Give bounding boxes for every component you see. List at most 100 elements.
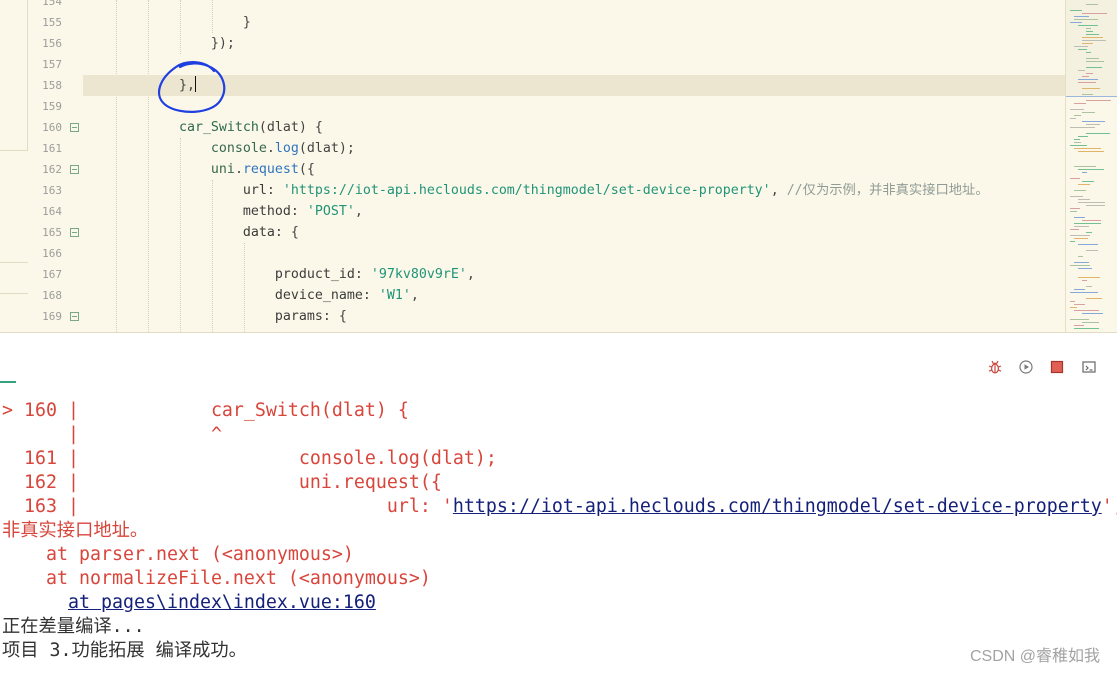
line-number: 155	[42, 15, 62, 29]
terminal-icon[interactable]	[1081, 359, 1097, 375]
code-token: (dlat);	[298, 140, 355, 156]
console-output[interactable]: > 160 | car_Switch(dlat) { | ^ 161 | con…	[2, 399, 1117, 663]
code-line[interactable]: 157	[0, 54, 1065, 75]
code-text[interactable]: params: {	[83, 306, 347, 327]
minimap-line	[1082, 94, 1093, 95]
code-text[interactable]: data: {	[83, 222, 299, 243]
minimap-line	[1086, 286, 1092, 287]
line-number: 154	[42, 0, 62, 8]
line-number: 169	[42, 309, 62, 323]
code-line[interactable]: 162 uni.request({	[0, 159, 1065, 180]
code-line[interactable]: 167 product_id: '97kv80v9rE',	[0, 264, 1065, 285]
code-token: .	[234, 161, 243, 177]
code-text[interactable]: console.log(dlat);	[83, 138, 355, 159]
line-number: 165	[42, 225, 62, 239]
rerun-icon[interactable]	[1018, 359, 1034, 375]
code-line[interactable]: 164 method: 'POST',	[0, 201, 1065, 222]
console-panel[interactable]: > 160 | car_Switch(dlat) { | ^ 161 | con…	[0, 333, 1117, 675]
code-token: :	[266, 182, 283, 198]
minimap-line	[1074, 304, 1085, 305]
minimap-line	[1086, 31, 1093, 32]
code-token: :	[354, 266, 371, 282]
code-editor[interactable]: 154 155 } 156 }); 157 158 }, 159 160 car_Switc…	[0, 0, 1117, 332]
minimap-line	[1070, 208, 1080, 209]
console-text: at parser.next (<anonymous>)	[2, 544, 354, 565]
minimap-line	[1074, 142, 1081, 143]
console-link[interactable]: https://iot-api.heclouds.com/thingmodel/…	[453, 496, 1102, 517]
minimap-line	[1086, 133, 1110, 134]
console-line: 161 | console.log(dlat);	[2, 447, 1117, 471]
minimap-line	[1074, 238, 1088, 239]
minimap-line	[1078, 256, 1083, 257]
code-text[interactable]: uni.request({	[83, 159, 315, 180]
code-line[interactable]: 168 device_name: 'W1',	[0, 285, 1065, 306]
line-number: 160	[42, 120, 62, 134]
code-line[interactable]: 169 params: {	[0, 306, 1065, 327]
code-text[interactable]: });	[83, 33, 235, 54]
minimap-line	[1074, 19, 1098, 20]
line-number: 164	[42, 204, 62, 218]
minimap-line	[1074, 115, 1081, 116]
fold-collapse-icon[interactable]	[70, 227, 79, 237]
code-token: 'POST'	[306, 203, 355, 219]
minimap-line	[1070, 265, 1090, 266]
minimap-line	[1070, 178, 1080, 179]
code-token: ,	[354, 203, 363, 219]
stop-icon[interactable]	[1049, 359, 1065, 375]
code-line[interactable]: 161 console.log(dlat);	[0, 138, 1065, 159]
minimap-line	[1078, 184, 1090, 185]
code-line[interactable]: 165 data: {	[0, 222, 1065, 243]
code-line[interactable]: 155 }	[0, 12, 1065, 33]
minimap-line	[1078, 70, 1085, 71]
code-text[interactable]: car_Switch(dlat) {	[83, 117, 323, 138]
minimap-line	[1070, 109, 1084, 110]
minimap-line	[1074, 328, 1099, 329]
minimap-line	[1074, 310, 1099, 311]
minimap-line	[1070, 292, 1098, 293]
code-text[interactable]: },	[83, 75, 196, 96]
minimap-line	[1082, 220, 1101, 221]
code-token: },	[83, 77, 195, 93]
minimap-line	[1070, 235, 1090, 236]
rerun-icon[interactable]	[1018, 359, 1034, 375]
console-link[interactable]: at pages\index\index.vue:160	[68, 592, 376, 613]
code-text[interactable]: url: 'https://iot-api.heclouds.com/thing…	[83, 180, 989, 201]
minimap-line	[1082, 181, 1094, 182]
code-line[interactable]: 156 });	[0, 33, 1065, 54]
code-token: car_Switch	[83, 119, 259, 135]
debug-icon[interactable]	[987, 359, 1003, 375]
minimap[interactable]	[1065, 0, 1117, 332]
code-token: url	[83, 182, 267, 198]
code-line[interactable]: 166	[0, 243, 1065, 264]
debug-icon[interactable]	[987, 359, 1003, 375]
fold-collapse-icon[interactable]	[70, 164, 79, 174]
code-line[interactable]: 160 car_Switch(dlat) {	[0, 117, 1065, 138]
minimap-line	[1082, 13, 1107, 14]
code-line[interactable]: 158 },	[0, 74, 1065, 96]
console-text: 163 | url: '	[2, 496, 453, 517]
fold-collapse-icon[interactable]	[70, 122, 79, 132]
code-line[interactable]: 159	[0, 96, 1065, 117]
minimap-line	[1070, 118, 1076, 119]
minimap-line	[1070, 301, 1075, 302]
code-line[interactable]: 154	[0, 0, 1065, 12]
console-line: 163 | url: 'https://iot-api.heclouds.com…	[2, 495, 1117, 519]
code-text[interactable]: method: 'POST',	[83, 201, 363, 222]
minimap-line	[1078, 82, 1096, 83]
minimap-line	[1078, 136, 1088, 137]
terminal-icon[interactable]	[1081, 359, 1097, 375]
minimap-line	[1070, 211, 1077, 212]
code-line[interactable]: 163 url: 'https://iot-api.heclouds.com/t…	[0, 180, 1065, 201]
code-text[interactable]: product_id: '97kv80v9rE',	[83, 264, 475, 285]
console-line: 非真实接口地址。	[2, 519, 1117, 543]
minimap-line	[1078, 277, 1100, 278]
fold-collapse-icon[interactable]	[70, 311, 79, 321]
console-text: 非真实接口地址。	[2, 520, 149, 541]
code-text[interactable]: }	[83, 12, 251, 33]
minimap-line	[1082, 43, 1093, 44]
code-text[interactable]: device_name: 'W1',	[83, 285, 419, 306]
code-lines[interactable]: 154 155 } 156 }); 157 158 }, 159 160 car_Switc…	[0, 0, 1065, 327]
minimap-line	[1070, 145, 1087, 146]
line-number: 163	[42, 183, 62, 197]
stop-icon[interactable]	[1049, 359, 1065, 375]
